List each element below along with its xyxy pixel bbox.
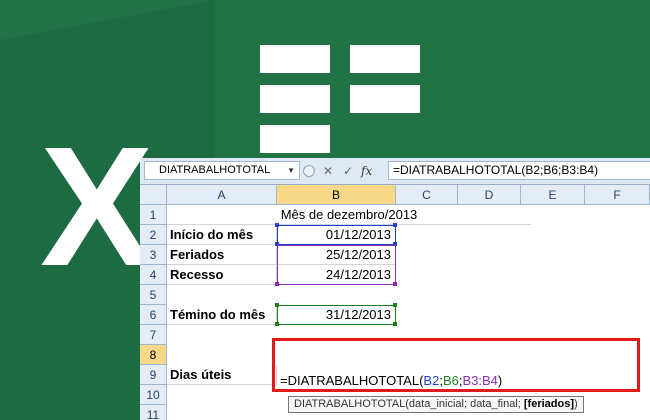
column-header-b[interactable]: B [277, 185, 396, 205]
resize-handle-icon[interactable] [303, 164, 315, 177]
formula-controls: ✕ ✓ fx [303, 161, 383, 180]
cell-b4[interactable]: 24/12/2013 [277, 265, 396, 285]
reference-handle[interactable] [275, 303, 279, 307]
formula-input[interactable]: =DIATRABALHOTOTAL(B2;B6;B3:B4) [388, 161, 650, 180]
tooltip-close: ) [574, 398, 578, 410]
column-header-f[interactable]: F [585, 185, 650, 205]
cell-a6[interactable]: Témino do mês [167, 305, 277, 325]
cell-a3[interactable]: Feriados [167, 245, 277, 265]
row-header-7[interactable]: 7 [140, 325, 167, 345]
reference-handle[interactable] [393, 322, 397, 326]
tooltip-function: DIATRABALHOTOTAL( [294, 398, 409, 410]
reference-handle[interactable] [275, 322, 279, 326]
reference-handle[interactable] [393, 282, 397, 286]
cell-b3[interactable]: 25/12/2013 [277, 245, 396, 265]
cell-b6[interactable]: 31/12/2013 [277, 305, 396, 325]
reference-handle[interactable] [275, 223, 279, 227]
cell-b2[interactable]: 01/12/2013 [277, 225, 396, 245]
cell-a4[interactable]: Recesso [167, 265, 277, 285]
row-header-11[interactable]: 11 [140, 405, 167, 420]
cell-a2[interactable]: Início do mês [167, 225, 277, 245]
insert-function-icon[interactable]: fx [361, 164, 372, 178]
name-box-value: DIATRABALHOTOTAL [159, 164, 271, 176]
row-header-2[interactable]: 2 [140, 225, 167, 245]
column-header-e[interactable]: E [521, 185, 585, 205]
reference-handle[interactable] [393, 303, 397, 307]
cancel-icon[interactable]: ✕ [321, 164, 335, 178]
column-header-a[interactable]: A [167, 185, 277, 205]
reference-handle[interactable] [393, 223, 397, 227]
row-header-5[interactable]: 5 [140, 285, 167, 305]
select-all-corner[interactable] [140, 185, 167, 205]
row-header-8[interactable]: 8 [140, 345, 167, 365]
function-tooltip[interactable]: DIATRABALHOTOTAL(data_inicial; data_fina… [288, 396, 584, 413]
name-box[interactable]: DIATRABALHOTOTAL ▼ [144, 161, 300, 180]
cell-a8[interactable]: Dias úteis [167, 365, 277, 385]
reference-handle[interactable] [275, 242, 279, 246]
reference-handle[interactable] [275, 282, 279, 286]
reference-handle[interactable] [393, 242, 397, 246]
enter-icon[interactable]: ✓ [341, 164, 355, 178]
formula-bar: DIATRABALHOTOTAL ▼ ✕ ✓ fx =DIATRABALHOTO… [140, 158, 650, 185]
highlight-box [272, 338, 640, 392]
row-header-9[interactable]: 9 [140, 365, 167, 385]
row-header-10[interactable]: 10 [140, 385, 167, 405]
chevron-down-icon[interactable]: ▼ [287, 162, 295, 179]
row-header-4[interactable]: 4 [140, 265, 167, 285]
cell-b1[interactable]: Mês de dezembro/2013 [167, 205, 531, 225]
svg-text:X: X [40, 112, 153, 302]
tooltip-args: data_inicial; data_final; [408, 398, 524, 410]
row-header-3[interactable]: 3 [140, 245, 167, 265]
tooltip-current-arg: [feriados] [523, 398, 575, 410]
column-header-c[interactable]: C [396, 185, 458, 205]
row-header-1[interactable]: 1 [140, 205, 167, 225]
column-header-d[interactable]: D [458, 185, 521, 205]
row-header-6[interactable]: 6 [140, 305, 167, 325]
